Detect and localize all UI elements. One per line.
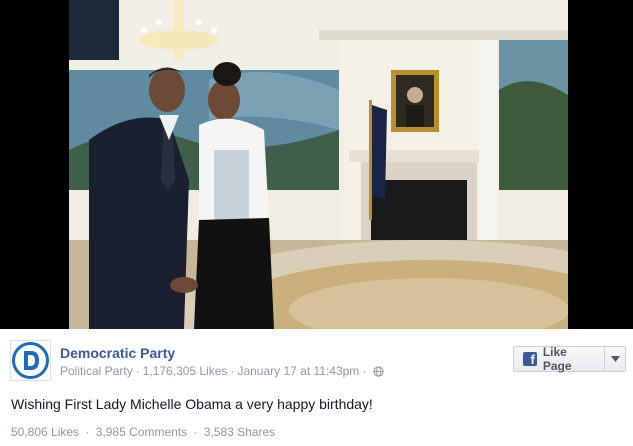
democratic-logo-icon — [12, 342, 49, 379]
post-comments-link[interactable]: 3,985 Comments — [96, 425, 187, 439]
post-shares-link[interactable]: 3,583 Shares — [204, 425, 275, 439]
post: Democratic Party Political Party · 1,176… — [0, 329, 633, 446]
post-stats: 50,806 Likes · 3,985 Comments · 3,583 Sh… — [11, 425, 275, 439]
like-options-dropdown[interactable] — [605, 347, 625, 371]
globe-icon[interactable] — [373, 365, 384, 377]
meta-separator: · — [135, 364, 140, 378]
photo-frame — [0, 0, 633, 329]
page-avatar[interactable] — [10, 340, 51, 381]
stats-separator: · — [85, 425, 90, 439]
like-page-label: Like Page — [542, 345, 572, 373]
page-name-link[interactable]: Democratic Party — [60, 345, 175, 361]
post-photo[interactable] — [69, 0, 568, 329]
post-likes-link[interactable]: 50,806 Likes — [11, 425, 79, 439]
stats-separator: · — [193, 425, 198, 439]
caret-down-icon — [610, 356, 620, 362]
page-category: Political Party — [60, 364, 133, 378]
facebook-f-icon: f — [523, 352, 537, 367]
like-page-button[interactable]: f Like Page — [514, 345, 604, 373]
like-page-button-group: f Like Page — [513, 345, 626, 373]
meta-separator: · — [362, 364, 367, 378]
post-timestamp-link[interactable]: January 17 at 11:43pm — [237, 364, 359, 378]
page-likes-count: 1,176,305 Likes — [142, 364, 228, 378]
photo-image — [69, 0, 568, 329]
meta-separator: · — [230, 364, 235, 378]
post-message: Wishing First Lady Michelle Obama a very… — [11, 396, 373, 412]
post-meta: Political Party · 1,176,305 Likes · Janu… — [60, 364, 384, 378]
